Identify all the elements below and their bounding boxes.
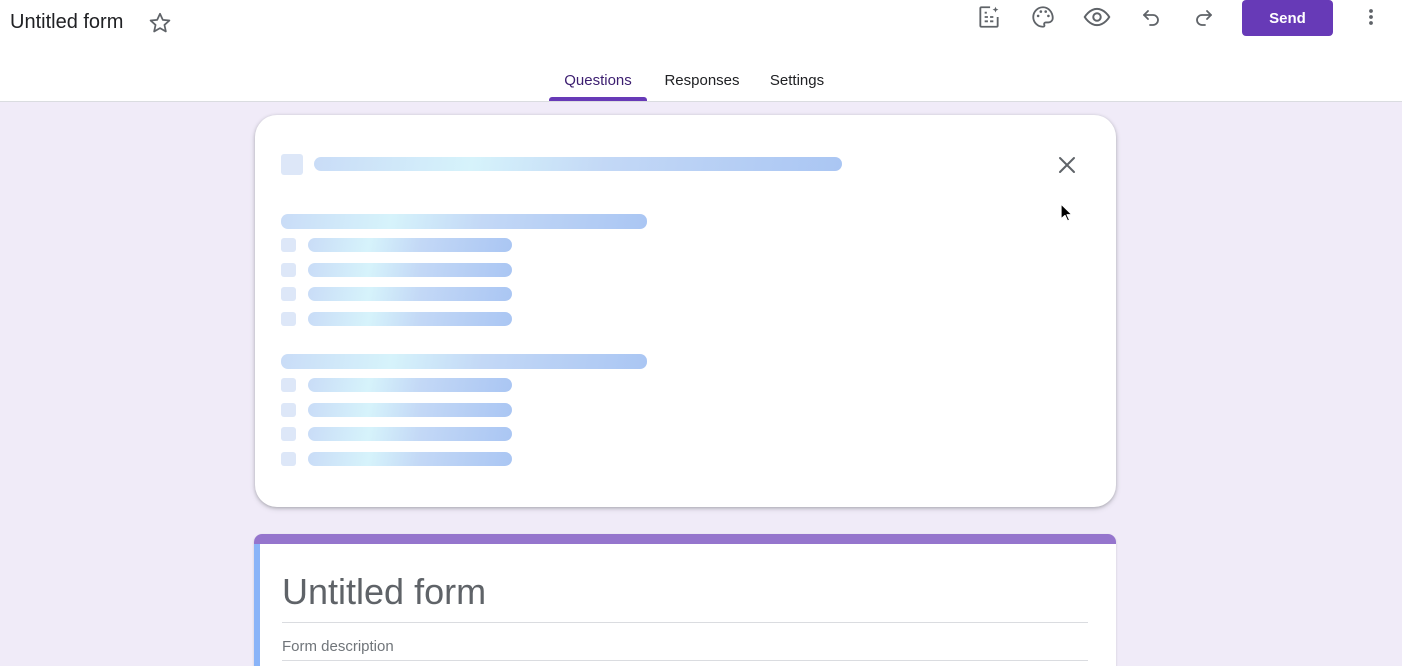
undo-icon[interactable] (1137, 3, 1165, 31)
skeleton-line (308, 287, 512, 301)
form-description-underline (282, 660, 1088, 661)
form-description-input[interactable]: Form description (282, 638, 394, 655)
cursor-icon (1060, 203, 1074, 223)
skeleton-line (308, 263, 512, 277)
skeleton-line (308, 378, 512, 392)
skeleton-line (308, 403, 512, 417)
skeleton-line (308, 427, 512, 441)
gemini-form-icon[interactable] (975, 3, 1003, 31)
skeleton-checkbox (281, 427, 296, 441)
close-icon[interactable] (1055, 153, 1079, 177)
skeleton-line (308, 312, 512, 326)
doc-title[interactable]: Untitled form (10, 10, 123, 34)
skeleton-line (308, 238, 512, 252)
tab-responses[interactable]: Responses (654, 64, 750, 102)
active-tab-indicator (549, 97, 647, 101)
skeleton-section-heading (281, 354, 647, 369)
form-header-card[interactable]: Untitled form Form description (254, 534, 1116, 666)
skeleton-checkbox (281, 312, 296, 326)
loading-panel (255, 115, 1116, 507)
skeleton-line (308, 452, 512, 466)
app-header: Untitled form Send Questions Responses S… (0, 0, 1402, 102)
skeleton-checkbox (281, 238, 296, 252)
skeleton-section-heading (281, 214, 647, 229)
send-button[interactable]: Send (1242, 0, 1333, 36)
form-theme-bar (254, 534, 1116, 544)
skeleton-title-bar (314, 157, 842, 171)
skeleton-checkbox (281, 378, 296, 392)
redo-icon[interactable] (1190, 3, 1218, 31)
palette-icon[interactable] (1029, 3, 1057, 31)
skeleton-checkbox (281, 403, 296, 417)
skeleton-checkbox (281, 263, 296, 277)
skeleton-checkbox (281, 452, 296, 466)
form-title-input[interactable]: Untitled form (282, 570, 486, 614)
skeleton-icon-placeholder (281, 154, 303, 175)
preview-eye-icon[interactable] (1083, 3, 1111, 31)
star-icon[interactable] (147, 10, 173, 36)
more-vert-icon[interactable] (1357, 3, 1385, 31)
skeleton-checkbox (281, 287, 296, 301)
form-focus-bar (254, 544, 260, 666)
form-title-underline (282, 622, 1088, 623)
tab-settings[interactable]: Settings (758, 64, 836, 102)
tab-bar: Questions Responses Settings (0, 64, 1402, 102)
